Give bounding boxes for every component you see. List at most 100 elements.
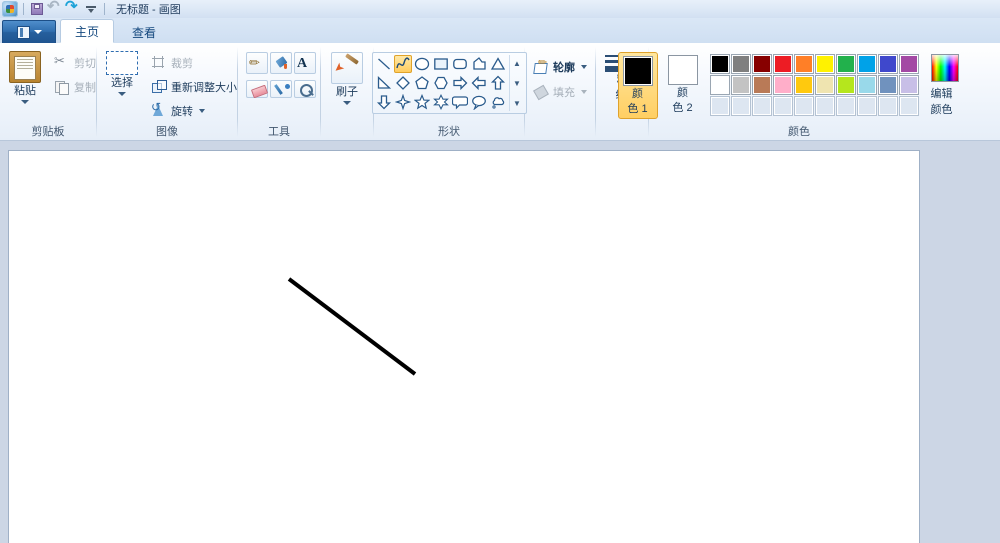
shapes-scroll-up-icon[interactable]: ▲ (511, 55, 524, 71)
group-label-colors: 颜色 (788, 126, 810, 138)
palette-swatch-r3-c7[interactable] (835, 96, 856, 116)
drawing-canvas[interactable] (8, 150, 920, 543)
palette-swatch-r2-c3[interactable] (751, 75, 772, 95)
color1-button[interactable]: 颜 色 1 (617, 52, 658, 119)
fill-shape-button[interactable]: 填充 (530, 81, 590, 102)
copy-button[interactable]: 复制 (51, 76, 99, 97)
palette-swatch-r3-c5[interactable] (793, 96, 814, 116)
shape-triangle[interactable] (489, 55, 507, 73)
paint-logo-icon[interactable] (2, 1, 18, 17)
tool-pencil[interactable] (246, 52, 268, 74)
shape-pentagon[interactable] (413, 74, 431, 92)
save-icon[interactable] (29, 1, 45, 17)
fill-shape-label: 填充 (553, 86, 575, 99)
shape-left-arrow[interactable] (470, 74, 488, 92)
brushes-button[interactable]: 刷子 (321, 50, 373, 107)
palette-swatch-r2-c1[interactable] (709, 75, 730, 95)
shape-oval-callout[interactable] (470, 93, 488, 111)
palette-swatch-r3-c10[interactable] (898, 96, 919, 116)
cut-icon (54, 53, 70, 71)
palette-swatch-r1-c3[interactable] (751, 54, 772, 74)
tab-home[interactable]: 主页 (60, 19, 115, 43)
palette-swatch-r1-c8[interactable] (856, 54, 877, 74)
shape-down-arrow[interactable] (375, 93, 393, 111)
select-button[interactable]: 选择 (96, 49, 148, 98)
paint-menu-button[interactable] (2, 20, 56, 43)
palette-swatch-r1-c2[interactable] (730, 54, 751, 74)
shape-right-arrow[interactable] (451, 74, 469, 92)
palette-swatch-r1-c9[interactable] (877, 54, 898, 74)
title-bar: 无标题 - 画图 (0, 0, 1000, 18)
work-area (0, 140, 1000, 543)
palette-swatch-r3-c3[interactable] (751, 96, 772, 116)
palette-swatch-r2-c10[interactable] (898, 75, 919, 95)
paste-button[interactable]: 粘贴 (0, 49, 51, 106)
crop-label: 裁剪 (171, 57, 193, 70)
customize-qat-icon[interactable] (83, 1, 99, 17)
outline-button[interactable]: 轮廓 (530, 56, 590, 77)
palette-swatch-r2-c9[interactable] (877, 75, 898, 95)
shape-four-point-star[interactable] (394, 93, 412, 111)
palette-swatch-r3-c4[interactable] (772, 96, 793, 116)
palette-swatch-r2-c5[interactable] (793, 75, 814, 95)
ribbon-group-image: 选择 裁剪 重新调整大小 ↺ 旋转 图像 (97, 44, 237, 141)
ribbon: 粘贴 剪切 复制 剪贴板 (0, 43, 1000, 141)
group-label-clipboard: 剪贴板 (31, 126, 65, 138)
palette-swatch-r3-c2[interactable] (730, 96, 751, 116)
palette-swatch-r1-c6[interactable] (814, 54, 835, 74)
palette-swatch-r3-c9[interactable] (877, 96, 898, 116)
shape-rounded-rectangle[interactable] (451, 55, 469, 73)
palette-swatch-r2-c8[interactable] (856, 75, 877, 95)
palette-swatch-r3-c1[interactable] (709, 96, 730, 116)
text-icon (297, 55, 313, 71)
paste-icon (9, 51, 41, 83)
palette-swatch-r1-c4[interactable] (772, 54, 793, 74)
palette-swatch-r1-c10[interactable] (898, 54, 919, 74)
shape-oval[interactable] (413, 55, 431, 73)
undo-icon[interactable] (47, 0, 63, 17)
shape-diamond[interactable] (394, 74, 412, 92)
tool-eraser[interactable] (246, 80, 268, 98)
palette-swatch-r2-c7[interactable] (835, 75, 856, 95)
chevron-down-icon (33, 30, 42, 34)
palette-swatch-r1-c7[interactable] (835, 54, 856, 74)
tab-view[interactable]: 查看 (118, 21, 170, 43)
palette-swatch-r2-c4[interactable] (772, 75, 793, 95)
palette-swatch-r1-c1[interactable] (709, 54, 730, 74)
shape-six-point-star[interactable] (432, 93, 450, 111)
chevron-down-icon (199, 108, 205, 113)
shape-right-triangle[interactable] (375, 74, 393, 92)
menu-book-icon (16, 25, 30, 39)
rotate-button[interactable]: 旋转 (148, 100, 240, 121)
palette-swatch-r3-c6[interactable] (814, 96, 835, 116)
ribbon-group-shape-style: 轮廓 填充 (525, 44, 595, 141)
palette-swatch-r1-c5[interactable] (793, 54, 814, 74)
palette-swatch-r3-c8[interactable] (856, 96, 877, 116)
shape-curve[interactable] (393, 55, 412, 73)
resize-button[interactable]: 重新调整大小 (148, 76, 240, 97)
shape-five-point-star[interactable] (413, 93, 431, 111)
cut-button[interactable]: 剪切 (51, 52, 99, 73)
tool-text[interactable] (294, 52, 316, 74)
crop-button[interactable]: 裁剪 (148, 52, 240, 73)
shape-rounded-callout[interactable] (451, 93, 469, 111)
shape-hexagon[interactable] (432, 74, 450, 92)
edit-colors-button[interactable]: 编辑颜色 (927, 50, 963, 119)
paint-window: 无标题 - 画图 主页 查看 粘贴 (0, 0, 1000, 543)
shape-up-arrow[interactable] (489, 74, 507, 92)
color2-button[interactable]: 颜 色 2 (664, 52, 702, 119)
shape-cloud-callout[interactable] (489, 93, 507, 111)
tool-color-picker[interactable] (270, 80, 292, 98)
shapes-scroll-down-icon[interactable]: ▼ (511, 75, 524, 91)
shape-polygon[interactable] (470, 55, 488, 73)
redo-icon[interactable] (65, 0, 81, 17)
shape-line[interactable] (375, 55, 393, 73)
brushes-label: 刷子 (336, 86, 358, 98)
shapes-more-icon[interactable]: ▼ (511, 95, 524, 111)
shape-rectangle[interactable] (432, 55, 450, 73)
palette-swatch-r2-c6[interactable] (814, 75, 835, 95)
tool-magnifier[interactable] (294, 80, 316, 98)
tool-fill[interactable] (270, 52, 292, 74)
palette-swatch-r2-c2[interactable] (730, 75, 751, 95)
window-title: 无标题 - 画图 (116, 4, 181, 16)
